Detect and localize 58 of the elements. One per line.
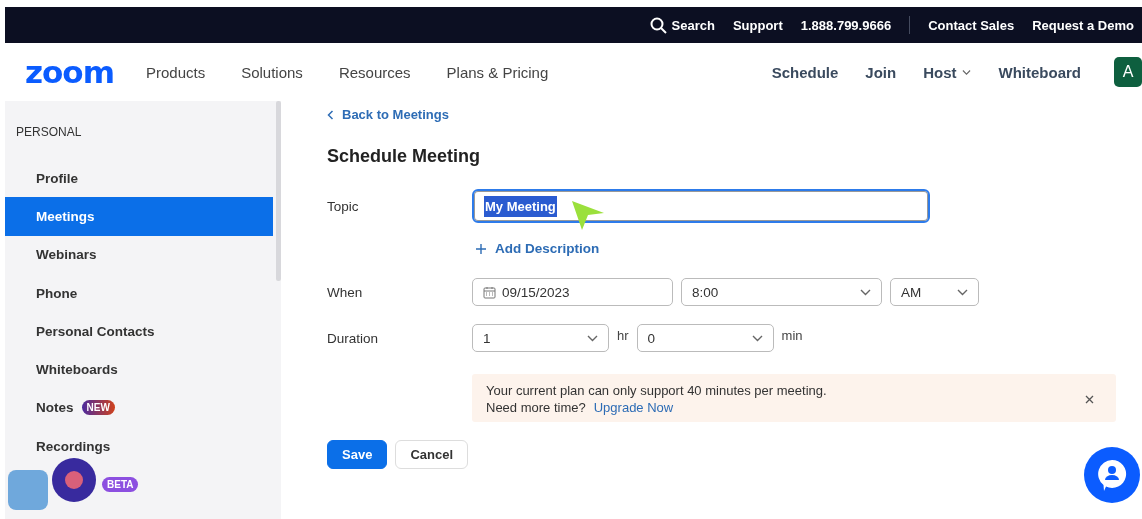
unit-label: min [781, 327, 803, 343]
avatar[interactable]: A [1114, 57, 1142, 87]
nav-link[interactable]: Solutions [241, 63, 303, 81]
zoom-logo[interactable]: zoom [25, 54, 114, 90]
sidebar-item[interactable]: Profile [5, 159, 273, 198]
unit-label: hr [617, 327, 629, 343]
nav-action[interactable]: Join [865, 63, 897, 81]
nav-link[interactable]: Products [145, 63, 206, 81]
field-label: Topic [327, 198, 360, 214]
chevron-down-icon [957, 288, 968, 296]
sidebar-item[interactable]: Webinars [5, 235, 273, 274]
save-button[interactable]: Save [327, 440, 388, 469]
badge: BETA [102, 477, 139, 492]
record-dot-icon [64, 470, 84, 490]
calendar-icon [483, 285, 496, 299]
sidebar-item[interactable]: Meetings [5, 197, 273, 236]
section-heading: PERSONAL [15, 125, 83, 139]
top-link[interactable]: Request a Demo [1032, 17, 1134, 33]
page-title: Schedule Meeting [327, 146, 482, 167]
chevron-down-icon [587, 334, 598, 342]
time-dropdown[interactable]: 8:00 [681, 278, 882, 306]
field-label: When [327, 284, 364, 300]
search-icon [649, 16, 667, 34]
search-link[interactable]: Search [649, 16, 715, 34]
sidebar-item[interactable]: Whiteboards [5, 350, 273, 389]
sidebar-item[interactable]: Notes NEW [5, 388, 273, 428]
cursor-icon [570, 199, 606, 231]
nav-link[interactable]: Resources [338, 63, 411, 81]
sidebar-item[interactable]: Recordings [5, 427, 273, 466]
back-link[interactable]: Back to Meetings [327, 107, 1142, 122]
sidebar-item[interactable]: Personal Contacts [5, 312, 273, 351]
badge: NEW [81, 400, 115, 416]
period-dropdown[interactable]: AM [890, 278, 979, 306]
cancel-button[interactable]: Cancel [395, 440, 468, 469]
date-field[interactable]: 09/15/2023 [472, 278, 673, 306]
nav-action[interactable]: Schedule [771, 63, 839, 81]
top-link[interactable]: Support [732, 17, 783, 33]
nav-action[interactable]: Whiteboard [998, 63, 1081, 81]
notice-question: Need more time? [486, 400, 586, 415]
hours-dropdown[interactable]: 1 [472, 324, 609, 352]
minutes-dropdown[interactable]: 0 [636, 324, 774, 352]
plus-icon [476, 243, 486, 254]
upgrade-link[interactable]: Upgrade Now [593, 400, 674, 415]
field-label: Duration [327, 330, 380, 346]
nav-link[interactable]: Plans & Pricing [446, 63, 549, 81]
sidebar-item[interactable]: Phone [5, 273, 273, 313]
sidebar-item[interactable]: BETA [5, 465, 273, 504]
add-description-link[interactable]: Add Description [472, 241, 600, 256]
phone-link[interactable]: 1.888.799.9666 [800, 17, 892, 33]
chevron-down-icon [860, 288, 871, 296]
chat-bubble-icon [1096, 458, 1128, 492]
chevron-down-icon [751, 334, 763, 342]
chevron-left-icon [327, 109, 334, 120]
notice-text: Your current plan can only support 40 minutes per meeting. [486, 382, 827, 399]
nav-action[interactable]: Host [923, 63, 972, 81]
top-link[interactable]: Contact Sales [928, 17, 1015, 33]
caret-icon [961, 69, 971, 75]
chat-button[interactable] [1084, 447, 1140, 503]
